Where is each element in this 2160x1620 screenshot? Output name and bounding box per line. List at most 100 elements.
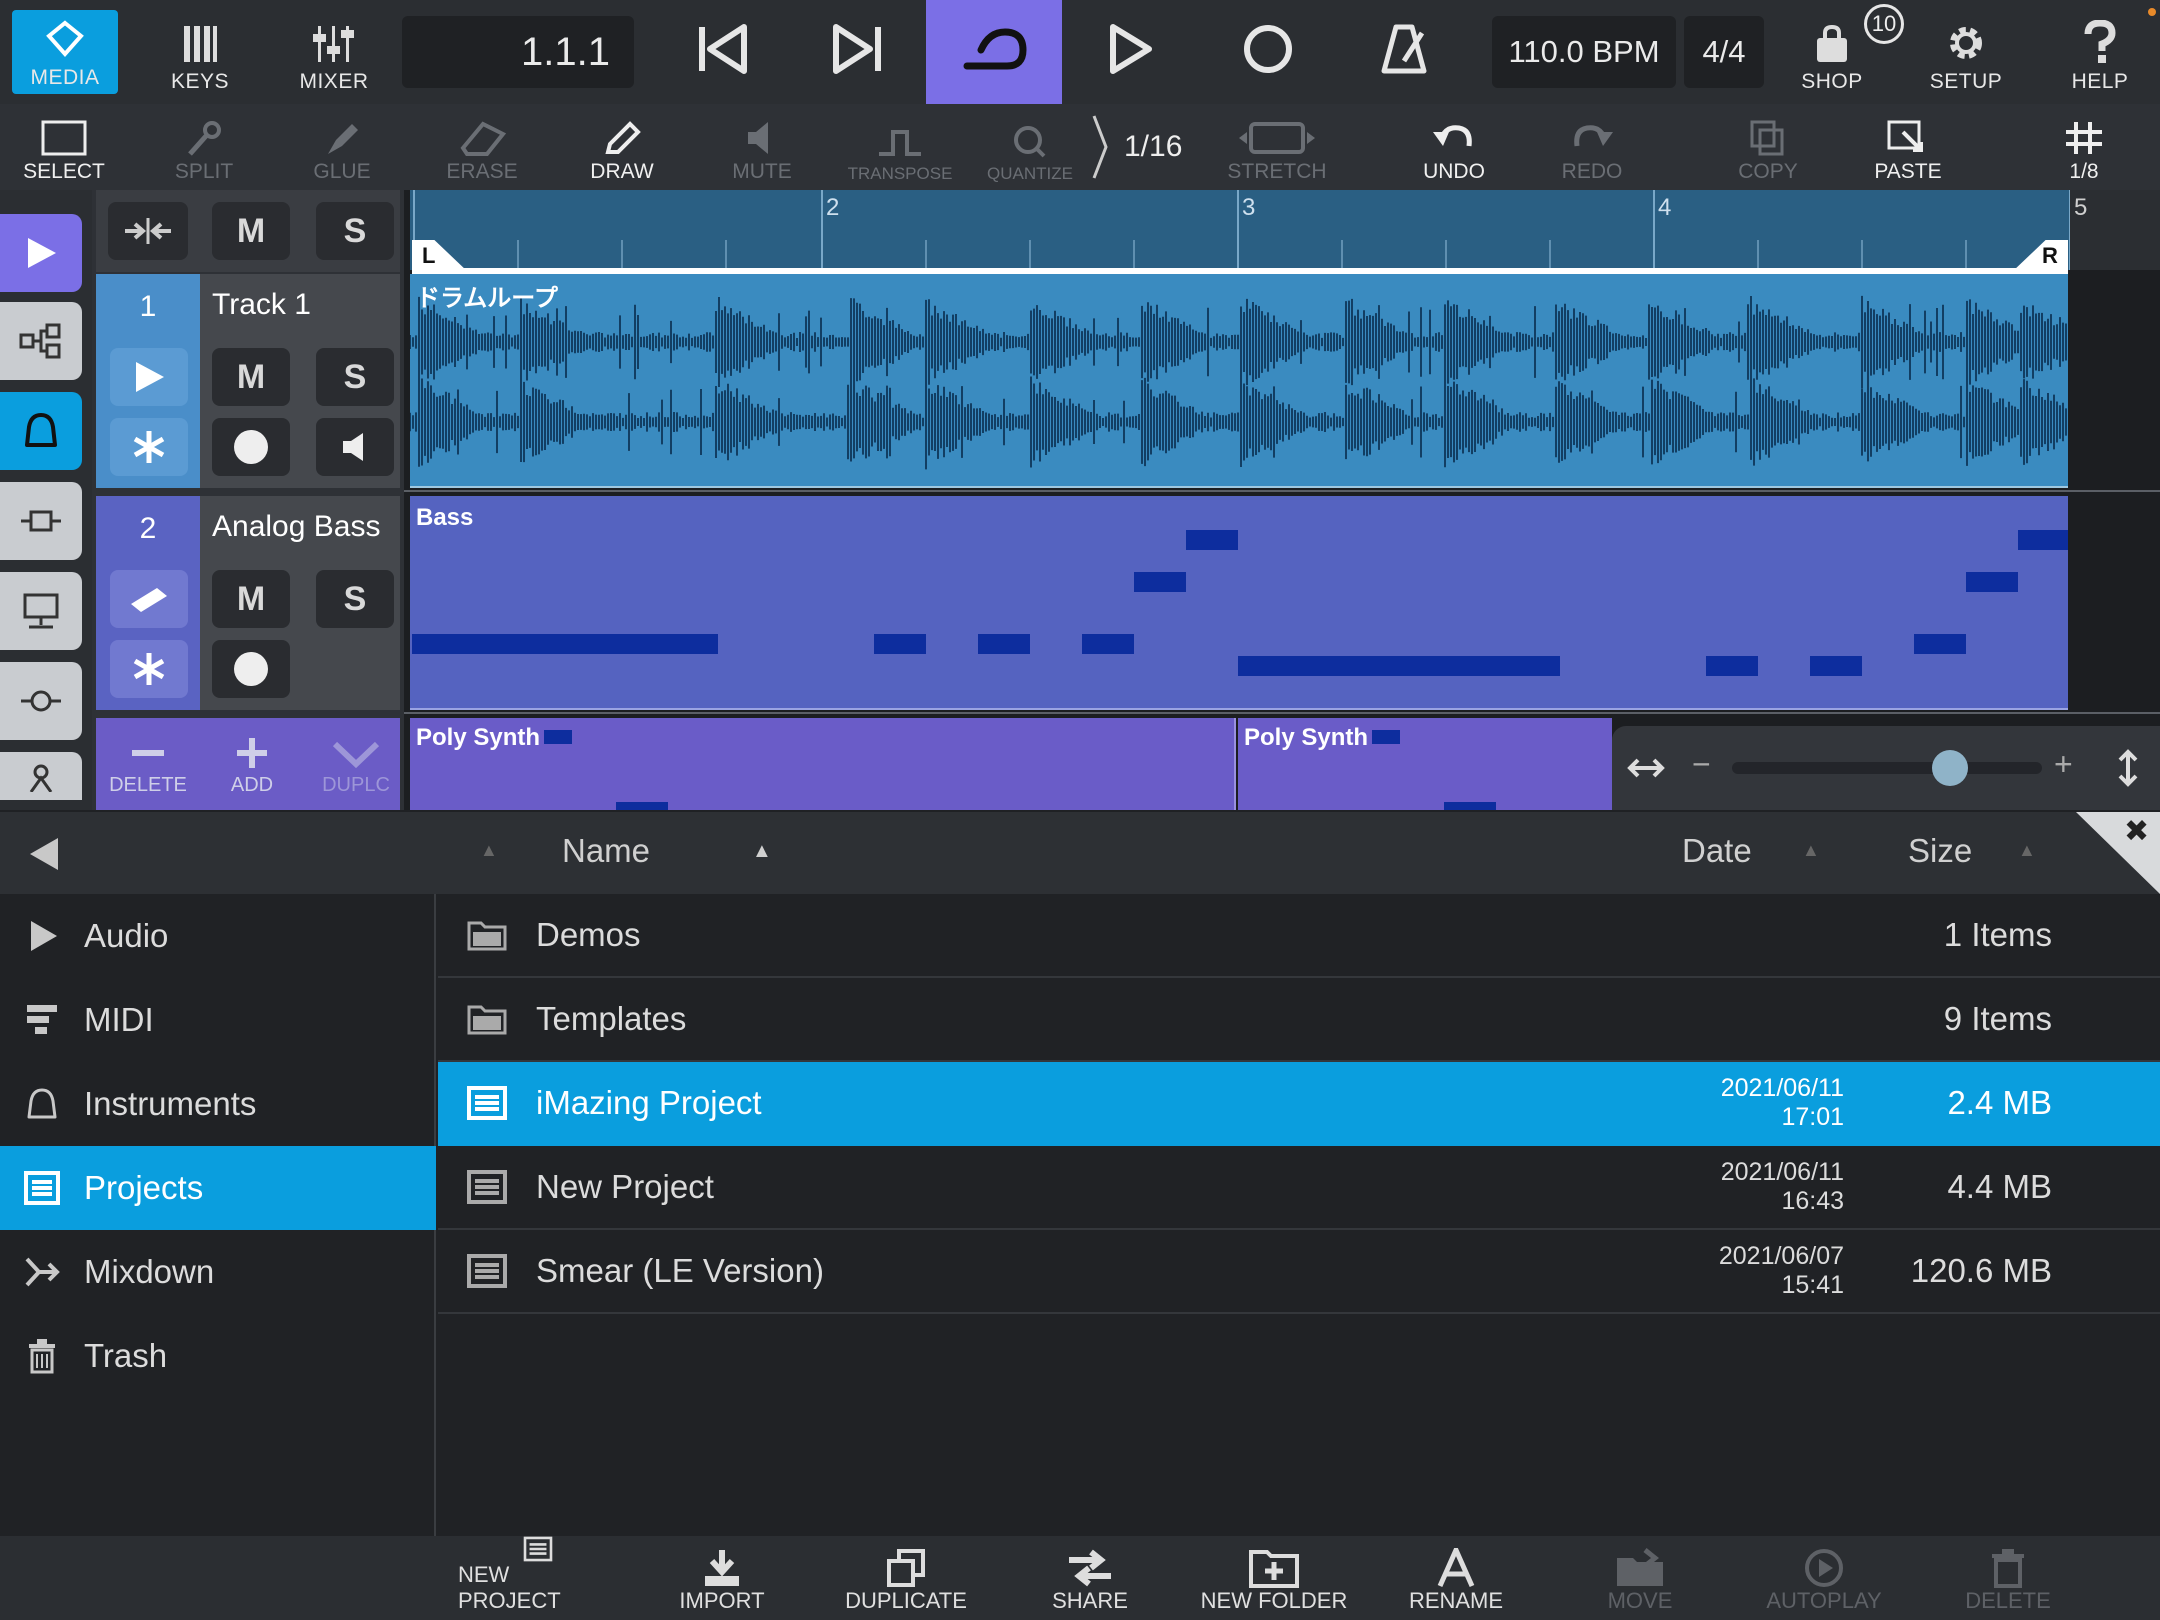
loop-button[interactable] <box>926 0 1062 104</box>
grid-button[interactable]: 1/8 <box>2034 104 2134 190</box>
track-type-button[interactable] <box>110 348 188 406</box>
midi-note[interactable] <box>978 634 1030 654</box>
instrument-button[interactable] <box>0 392 82 470</box>
play-button[interactable] <box>1078 0 1182 104</box>
size-sort-icon[interactable]: ▲ <box>2018 840 2036 861</box>
draw-tool[interactable]: DRAW <box>572 104 672 190</box>
date-column-header[interactable]: Date <box>1682 832 1752 870</box>
sidebar-item-audio[interactable]: Audio <box>0 894 436 978</box>
zoom-slider-thumb[interactable] <box>1932 750 1968 786</box>
zoom-slider[interactable] <box>1732 762 2042 774</box>
duplicate-track-button[interactable]: DUPLC <box>304 738 408 797</box>
file-row-new-project[interactable]: New Project 2021/06/11 16:43 4.4 MB <box>438 1146 2160 1230</box>
midi-note[interactable] <box>1082 634 1134 654</box>
track-type-button[interactable] <box>110 570 188 628</box>
signature-display[interactable]: 4/4 <box>1684 16 1764 88</box>
new-folder-button[interactable]: NEW FOLDER <box>1196 1536 1352 1620</box>
file-row-imazing-project[interactable]: iMazing Project 2021/06/11 17:01 2.4 MB <box>438 1062 2160 1146</box>
metronome-button[interactable] <box>1352 0 1456 104</box>
help-button[interactable]: HELP <box>2050 0 2150 104</box>
sidebar-item-trash[interactable]: Trash <box>0 1314 436 1398</box>
midi-note[interactable] <box>874 634 926 654</box>
name-column-header[interactable]: Name <box>562 832 650 870</box>
sidebar-item-midi[interactable]: MIDI <box>0 978 436 1062</box>
mute-tool[interactable]: MUTE <box>712 104 812 190</box>
automation-button[interactable] <box>0 482 82 560</box>
mixer-button[interactable]: MIXER <box>284 0 384 104</box>
timeline-ruler[interactable]: 2 3 4 <box>410 190 2070 270</box>
record-button[interactable] <box>1216 0 1320 104</box>
midi-note[interactable] <box>2018 530 2068 550</box>
new-project-button[interactable]: NEW PROJECT <box>458 1536 618 1620</box>
add-track-button[interactable]: ADD <box>200 738 304 797</box>
midi-note[interactable] <box>1444 802 1496 810</box>
monitor-button[interactable] <box>0 572 82 650</box>
track-header-2[interactable]: 2 Analog Bass M S <box>96 496 400 710</box>
rewind-button[interactable] <box>670 0 774 104</box>
transpose-tool[interactable]: TRANSPOSE <box>840 104 960 190</box>
vertical-zoom-icon[interactable] <box>2116 748 2140 788</box>
delete-track-button[interactable]: DELETE <box>96 738 200 797</box>
midi-note[interactable] <box>1966 572 2018 592</box>
midi-note[interactable] <box>1134 572 1186 592</box>
keys-button[interactable]: KEYS <box>150 0 250 104</box>
track-name[interactable]: Analog Bass <box>212 510 380 544</box>
track-name[interactable]: Track 1 <box>212 288 311 322</box>
track-expand-button[interactable] <box>108 202 188 260</box>
stretch-tool[interactable]: STRETCH <box>1222 104 1332 190</box>
rename-button[interactable]: RENAME <box>1396 1536 1516 1620</box>
file-row-demos[interactable]: Demos 1 Items <box>438 894 2160 978</box>
track-header-1[interactable]: 1 Track 1 M S <box>96 274 400 488</box>
file-row-smear[interactable]: Smear (LE Version) 2021/06/07 15:41 120.6… <box>438 1230 2160 1314</box>
track-2-record-button[interactable] <box>212 640 290 698</box>
import-button[interactable]: IMPORT <box>662 1536 782 1620</box>
midi-note[interactable] <box>1810 656 1862 676</box>
size-column-header[interactable]: Size <box>1908 832 1972 870</box>
track-1-fx-button[interactable] <box>110 418 188 476</box>
track-1-mute-button[interactable]: M <box>212 348 290 406</box>
paste-button[interactable]: PASTE <box>1858 104 1958 190</box>
poly-synth-clip-2[interactable]: Poly Synth <box>1238 718 1612 810</box>
midi-note[interactable] <box>1914 634 1966 654</box>
select-tool[interactable]: SELECT <box>14 104 114 190</box>
track-2-mute-button[interactable]: M <box>212 570 290 628</box>
zoom-plus-icon[interactable]: + <box>2054 746 2073 783</box>
drum-clip[interactable]: ドラムループ <box>410 274 2068 488</box>
poly-synth-clip-1[interactable]: Poly Synth <box>410 718 1236 810</box>
midi-note[interactable] <box>1372 730 1400 744</box>
sidebar-item-projects[interactable]: Projects <box>0 1146 436 1230</box>
split-tool[interactable]: SPLIT <box>154 104 254 190</box>
tempo-display[interactable]: 110.0 BPM <box>1492 16 1676 88</box>
midi-note[interactable] <box>1186 530 1238 550</box>
send-button[interactable] <box>0 662 82 740</box>
horizontal-zoom-icon[interactable] <box>1626 756 1666 780</box>
date-sort-icon[interactable]: ▲ <box>1802 840 1820 861</box>
forward-button[interactable] <box>806 0 910 104</box>
track-1-solo-button[interactable]: S <box>316 348 394 406</box>
share-button[interactable]: SHARE <box>1030 1536 1150 1620</box>
copy-button[interactable]: COPY <box>1718 104 1818 190</box>
track-2-fx-button[interactable] <box>110 640 188 698</box>
play-mode-button[interactable] <box>0 214 82 292</box>
delete-button[interactable]: DELETE <box>1948 1536 2068 1620</box>
position-display[interactable]: 1.1.1 <box>402 16 634 88</box>
close-browser-button[interactable]: ✖ <box>2076 812 2160 894</box>
midi-note[interactable] <box>1706 656 1758 676</box>
file-row-templates[interactable]: Templates 9 Items <box>438 978 2160 1062</box>
setup-button[interactable]: SETUP <box>1916 0 2016 104</box>
midi-note[interactable] <box>1238 656 1560 676</box>
midi-note[interactable] <box>412 634 718 654</box>
effects-button[interactable] <box>0 752 82 800</box>
sidebar-item-instruments[interactable]: Instruments <box>0 1062 436 1146</box>
midi-note[interactable] <box>616 802 668 810</box>
back-arrow-icon[interactable] <box>26 834 62 874</box>
routing-button[interactable] <box>0 302 82 380</box>
redo-button[interactable]: REDO <box>1542 104 1642 190</box>
media-button[interactable]: MEDIA <box>12 10 118 94</box>
global-solo-button[interactable]: S <box>316 202 394 260</box>
global-mute-button[interactable]: M <box>212 202 290 260</box>
midi-note[interactable] <box>544 730 572 744</box>
sidebar-item-mixdown[interactable]: Mixdown <box>0 1230 436 1314</box>
track-1-record-button[interactable] <box>212 418 290 476</box>
autoplay-button[interactable]: AUTOPLAY <box>1756 1536 1892 1620</box>
